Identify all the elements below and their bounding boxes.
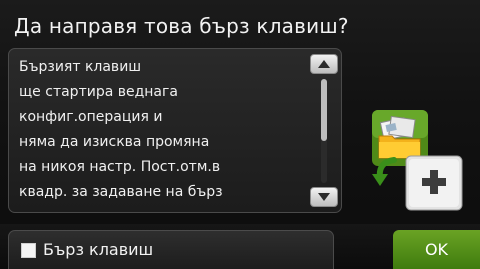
- message-box[interactable]: Бързият клавиш ще стартира веднага конфи…: [8, 48, 342, 213]
- shortcut-dialog-screen: Да направя това бърз клавиш? Бързият кла…: [0, 0, 480, 269]
- scroll-thumb[interactable]: [321, 79, 327, 141]
- scroll-up-button[interactable]: [310, 54, 338, 74]
- checkbox-label: Бърз клавиш: [43, 240, 154, 259]
- message-line: конфиг.операция и: [19, 109, 163, 125]
- checkbox[interactable]: [21, 243, 36, 258]
- message-line: квадр. за задаване на бърз: [19, 184, 223, 200]
- ok-button[interactable]: OK: [393, 230, 480, 269]
- message-text: Бързият клавиш ще стартира веднага конфи…: [19, 55, 304, 207]
- triangle-down-icon: [318, 193, 330, 201]
- message-line: няма да изисква промяна: [19, 134, 210, 150]
- scroll-down-button[interactable]: [310, 187, 338, 207]
- message-line: ще стартира веднага: [19, 84, 178, 100]
- ok-button-label: OK: [424, 240, 449, 259]
- message-line: на никоя настр. Пост.отм.в: [19, 159, 221, 175]
- add-shortcut-icon: [368, 108, 468, 216]
- message-line: Бързият клавиш: [19, 59, 142, 75]
- triangle-up-icon: [318, 60, 330, 68]
- shortcut-checkbox-button[interactable]: Бърз клавиш: [8, 230, 334, 269]
- dialog-title: Да направя това бърз клавиш?: [14, 14, 349, 38]
